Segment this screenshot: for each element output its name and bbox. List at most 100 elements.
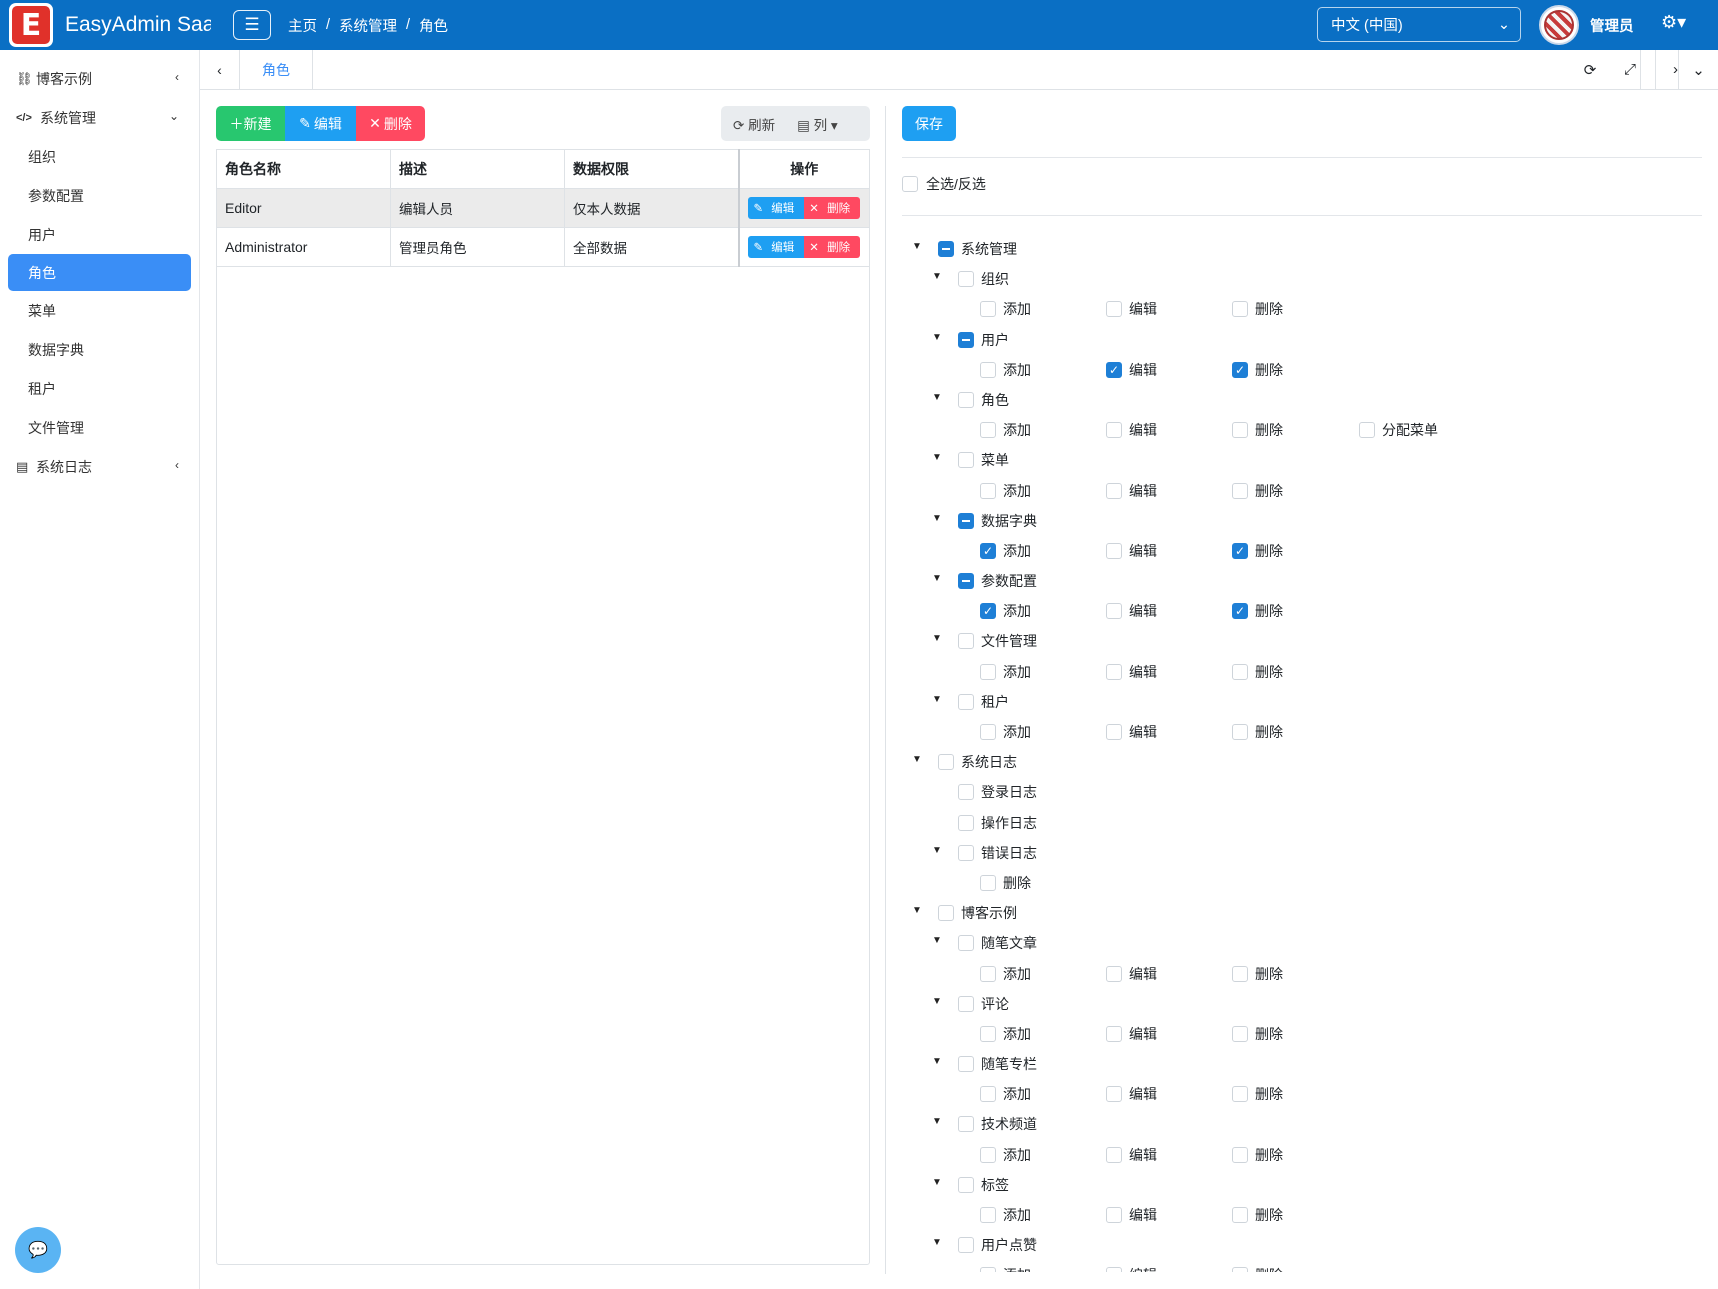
header-role-name[interactable]: 角色名称 xyxy=(216,149,391,189)
table-row[interactable]: Editor 编辑人员 仅本人数据 ✎ 编辑 ✕ 删除 xyxy=(216,188,870,228)
permission-item[interactable]: 添加 xyxy=(980,420,1031,440)
tree-node-item[interactable]: 随笔文章 xyxy=(958,933,1037,953)
permission-checkbox[interactable] xyxy=(980,874,996,891)
sidebar-toggle-button[interactable]: ☰ xyxy=(233,10,271,40)
tree-node-checkbox[interactable] xyxy=(958,452,974,469)
permission-checkbox[interactable] xyxy=(1106,724,1122,740)
caret-down-icon[interactable]: ▼ xyxy=(912,905,922,916)
tree-node-checkbox[interactable] xyxy=(958,844,974,861)
columns-button[interactable]: ▤ 列 ▾ xyxy=(797,114,838,134)
permission-item[interactable]: 编辑 xyxy=(1106,722,1157,742)
permission-item[interactable]: 删除 xyxy=(1232,662,1283,682)
new-button[interactable]: ＋新建 xyxy=(216,106,285,141)
caret-down-icon[interactable]: ▼ xyxy=(932,392,942,403)
caret-down-icon[interactable]: ▼ xyxy=(932,845,942,856)
permission-checkbox[interactable] xyxy=(1359,422,1375,439)
permission-item[interactable]: 分配菜单 xyxy=(1359,420,1438,440)
caret-down-icon[interactable]: ▼ xyxy=(912,754,922,765)
sidebar-item-1[interactable]: </> 系统管理 ⌄ xyxy=(0,98,199,137)
tree-node-checkbox[interactable] xyxy=(938,905,954,922)
permission-checkbox[interactable] xyxy=(980,422,996,439)
permission-checkbox[interactable]: ✓ xyxy=(1232,361,1248,378)
permission-item[interactable]: 添加 xyxy=(980,964,1031,984)
permission-item[interactable]: ✓ 删除 xyxy=(1232,601,1283,621)
table-row[interactable]: Administrator 管理员角色 全部数据 ✎ 编辑 ✕ 删除 xyxy=(216,227,870,267)
tree-node-item[interactable]: 组织 xyxy=(958,269,1009,289)
caret-down-icon[interactable]: ▼ xyxy=(932,996,942,1007)
tree-node-item[interactable]: 数据字典 xyxy=(958,511,1037,531)
breadcrumb-system[interactable]: 系统管理 xyxy=(339,15,397,36)
permission-checkbox[interactable] xyxy=(1106,422,1122,439)
permission-item[interactable]: 添加 xyxy=(980,481,1031,501)
sidebar-item-4[interactable]: 用户 xyxy=(0,215,199,254)
permission-item[interactable]: 编辑 xyxy=(1106,1024,1157,1044)
sidebar-item-2[interactable]: 组织 xyxy=(0,137,199,176)
tree-node-checkbox[interactable] xyxy=(958,271,974,288)
permission-checkbox[interactable]: ✓ xyxy=(980,603,996,620)
app-logo[interactable]: E xyxy=(9,3,53,47)
caret-down-icon[interactable]: ▼ xyxy=(912,241,922,252)
row-edit-button[interactable]: ✎ 编辑 xyxy=(748,197,805,219)
gear-icon[interactable]: ⚙▾ xyxy=(1661,12,1686,33)
caret-down-icon[interactable]: ▼ xyxy=(932,513,942,524)
permission-item[interactable]: 添加 xyxy=(980,1205,1031,1225)
tree-node-checkbox[interactable] xyxy=(958,391,974,408)
permission-item[interactable]: 添加 xyxy=(980,662,1031,682)
caret-down-icon[interactable]: ▼ xyxy=(932,452,942,463)
tree-node-item[interactable]: 登录日志 xyxy=(958,782,1037,802)
permission-item[interactable]: 删除 xyxy=(1232,1265,1283,1272)
permission-checkbox[interactable] xyxy=(1232,1146,1248,1163)
permission-checkbox[interactable] xyxy=(980,724,996,740)
tree-node-checkbox[interactable] xyxy=(958,1116,974,1133)
tree-node-item[interactable]: 技术频道 xyxy=(958,1114,1037,1134)
permission-checkbox[interactable] xyxy=(980,1207,996,1223)
permission-item[interactable]: 编辑 xyxy=(1106,662,1157,682)
permission-checkbox[interactable] xyxy=(1106,663,1122,680)
permission-item[interactable]: ✓ 删除 xyxy=(1232,541,1283,561)
permission-checkbox[interactable] xyxy=(1232,1207,1248,1223)
sidebar-item-0[interactable]: ⛓ 博客示例 ‹ xyxy=(0,59,199,98)
permission-item[interactable]: 删除 xyxy=(1232,1024,1283,1044)
delete-button[interactable]: ✕ 删除 xyxy=(356,106,425,141)
refresh-button[interactable]: ⟳ 刷新 xyxy=(733,114,775,134)
permission-checkbox[interactable] xyxy=(1232,1086,1248,1103)
tree-node-item[interactable]: 系统管理 xyxy=(938,239,1017,259)
permission-item[interactable]: 编辑 xyxy=(1106,964,1157,984)
tree-node-checkbox[interactable] xyxy=(958,784,974,801)
permission-item[interactable]: 删除 xyxy=(1232,420,1283,440)
tree-node-item[interactable]: 角色 xyxy=(958,390,1009,410)
sidebar-item-3[interactable]: 参数配置 xyxy=(0,176,199,215)
permission-checkbox[interactable] xyxy=(980,965,996,982)
header-data-scope[interactable]: 数据权限 xyxy=(564,149,739,189)
tree-node-checkbox[interactable] xyxy=(958,1176,974,1193)
language-select[interactable]: 中文 (中国) ⌄ xyxy=(1317,7,1521,42)
permission-checkbox[interactable] xyxy=(980,301,996,318)
chevron-down-icon[interactable]: ⌄ xyxy=(1678,50,1718,89)
avatar[interactable] xyxy=(1539,5,1579,45)
permission-checkbox[interactable]: ✓ xyxy=(980,542,996,559)
sidebar-item-7[interactable]: 数据字典 xyxy=(0,330,199,369)
permission-item[interactable]: 编辑 xyxy=(1106,299,1157,319)
tree-node-item[interactable]: 文件管理 xyxy=(958,631,1037,651)
tree-node-checkbox[interactable] xyxy=(958,693,974,710)
permission-checkbox[interactable] xyxy=(980,1146,996,1163)
user-name[interactable]: 管理员 xyxy=(1590,15,1634,36)
permission-checkbox[interactable] xyxy=(1232,301,1248,318)
permission-checkbox[interactable] xyxy=(1106,603,1122,620)
permission-item[interactable]: 添加 xyxy=(980,1024,1031,1044)
permission-item[interactable]: 删除 xyxy=(1232,964,1283,984)
permission-item[interactable]: 删除 xyxy=(1232,481,1283,501)
permission-item[interactable]: 编辑 xyxy=(1106,1145,1157,1165)
caret-down-icon[interactable]: ▼ xyxy=(932,1116,942,1127)
sidebar-item-6[interactable]: 菜单 xyxy=(0,291,199,330)
save-button[interactable]: 保存 xyxy=(902,106,956,141)
tree-node-item[interactable]: 博客示例 xyxy=(938,903,1017,923)
permission-item[interactable]: ✓ 编辑 xyxy=(1106,360,1157,380)
caret-down-icon[interactable]: ▼ xyxy=(932,573,942,584)
permission-item[interactable]: 添加 xyxy=(980,360,1031,380)
fullscreen-icon[interactable]: ⤢ xyxy=(1610,50,1650,89)
tree-node-checkbox[interactable] xyxy=(938,754,954,771)
tree-node-checkbox[interactable] xyxy=(958,331,974,348)
tree-node-item[interactable]: 用户点赞 xyxy=(958,1235,1037,1255)
sidebar-item-5[interactable]: 角色 xyxy=(8,254,191,291)
